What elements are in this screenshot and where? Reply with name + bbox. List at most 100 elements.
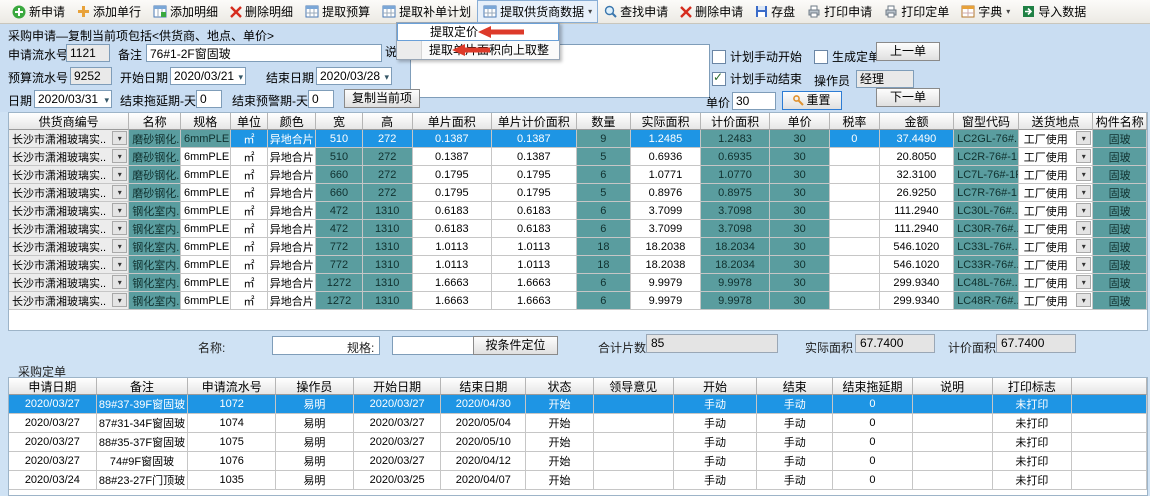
next-order-button[interactable]: 下一单 xyxy=(876,88,940,107)
remark-input[interactable] xyxy=(146,44,382,62)
detail-cell[interactable]: 钢化室内.. xyxy=(129,292,181,310)
order-cell[interactable]: 2020/03/27 xyxy=(354,433,442,452)
detail-column-header[interactable]: 构件名称 xyxy=(1093,113,1147,130)
toolbar-button-14[interactable]: 导入数据 xyxy=(1016,0,1092,23)
start-date-picker[interactable]: 2020/03/21 xyxy=(170,67,246,85)
detail-cell[interactable] xyxy=(830,166,880,184)
order-cell[interactable]: 手动 xyxy=(674,452,758,471)
detail-cell[interactable]: 37.4490 xyxy=(880,130,955,148)
detail-cell[interactable]: 钢化室内.. xyxy=(129,274,181,292)
detail-column-header[interactable]: 金额 xyxy=(880,113,955,130)
detail-cell[interactable]: 长沙市潇湘玻璃实..▾ xyxy=(9,220,129,238)
detail-cell[interactable]: 30 xyxy=(770,274,830,292)
order-row[interactable]: 2020/03/2488#23-27F门顶玻1035易明2020/03/2520… xyxy=(9,471,1147,490)
chevron-down-icon[interactable]: ▾ xyxy=(112,149,127,163)
order-cell[interactable]: 1074 xyxy=(188,414,276,433)
detail-cell[interactable]: 1.0113 xyxy=(413,256,493,274)
detail-row[interactable]: 长沙市潇湘玻璃实..▾钢化室内..6mmPLE...㎡异地合片127213101… xyxy=(9,292,1147,310)
detail-cell[interactable] xyxy=(830,238,880,256)
order-cell[interactable]: 0 xyxy=(833,414,913,433)
detail-cell[interactable]: LC33L-76#.. xyxy=(954,238,1019,256)
detail-cell[interactable]: LC30L-76#.. xyxy=(954,202,1019,220)
detail-cell[interactable]: 30 xyxy=(770,202,830,220)
detail-cell[interactable]: 1.6663 xyxy=(413,274,493,292)
toolbar-button-9[interactable]: 删除申请 xyxy=(674,0,749,23)
detail-cell[interactable]: 6 xyxy=(577,274,632,292)
detail-cell[interactable]: 6 xyxy=(577,220,632,238)
detail-cell[interactable]: 1.0113 xyxy=(413,238,493,256)
detail-row[interactable]: 长沙市潇湘玻璃实..▾钢化室内..6mmPLE...㎡异地合片127213101… xyxy=(9,274,1147,292)
detail-cell[interactable]: LC30R-76#.. xyxy=(954,220,1019,238)
detail-column-header[interactable]: 税率 xyxy=(830,113,880,130)
detail-cell[interactable]: 6mmPLE... xyxy=(181,202,231,220)
detail-cell[interactable]: 30 xyxy=(770,184,830,202)
detail-cell[interactable]: 钢化室内.. xyxy=(129,256,181,274)
detail-cell[interactable]: 1272 xyxy=(316,274,363,292)
orders-column-header[interactable]: 打印标志 xyxy=(993,378,1073,395)
detail-cell[interactable]: 1.0770 xyxy=(701,166,771,184)
detail-cell[interactable]: 工厂使用▾ xyxy=(1019,130,1094,148)
orders-column-header[interactable]: 申请日期 xyxy=(9,378,97,395)
detail-cell[interactable]: 钢化室内.. xyxy=(129,220,181,238)
detail-cell[interactable]: 长沙市潇湘玻璃实..▾ xyxy=(9,130,129,148)
detail-cell[interactable]: 0.6935 xyxy=(701,148,771,166)
checkbox-generate-order[interactable]: 生成定单 xyxy=(814,48,880,65)
detail-cell[interactable]: 长沙市潇湘玻璃实..▾ xyxy=(9,166,129,184)
detail-cell[interactable]: 异地合片 xyxy=(268,130,316,148)
detail-cell[interactable]: 1.6663 xyxy=(413,292,493,310)
detail-cell[interactable]: 长沙市潇湘玻璃实..▾ xyxy=(9,292,129,310)
detail-cell[interactable]: 1310 xyxy=(363,256,413,274)
order-cell[interactable]: 74#9F窗固玻 xyxy=(97,452,189,471)
order-row[interactable]: 2020/03/2788#35-37F窗固玻1075易明2020/03/2720… xyxy=(9,433,1147,452)
detail-cell[interactable]: LC2GL-76#.. xyxy=(954,130,1019,148)
order-cell[interactable] xyxy=(913,414,993,433)
chevron-down-icon[interactable]: ▾ xyxy=(112,293,127,307)
detail-cell[interactable]: 1310 xyxy=(363,274,413,292)
delay-input[interactable]: 0 xyxy=(196,90,222,108)
order-cell[interactable]: 手动 xyxy=(674,433,758,452)
toolbar-button-7[interactable]: 提取供货商数据▾ xyxy=(477,0,598,23)
detail-column-header[interactable]: 数量 xyxy=(577,113,632,130)
detail-row[interactable]: 长沙市潇湘玻璃实..▾钢化室内..6mmPLE...㎡异地合片47213100.… xyxy=(9,220,1147,238)
detail-cell[interactable]: 异地合片 xyxy=(268,148,316,166)
detail-cell[interactable] xyxy=(830,202,880,220)
detail-cell[interactable]: 510 xyxy=(316,148,363,166)
detail-cell[interactable]: 固玻 xyxy=(1093,238,1147,256)
orders-column-header[interactable] xyxy=(1072,378,1147,395)
detail-row[interactable]: 长沙市潇湘玻璃实..▾磨砂钢化..6mmPLE...㎡异地合片6602720.1… xyxy=(9,184,1147,202)
date-picker[interactable]: 2020/03/31 xyxy=(34,90,112,108)
detail-cell[interactable]: 5 xyxy=(577,148,632,166)
detail-cell[interactable]: ㎡ xyxy=(231,184,269,202)
detail-cell[interactable] xyxy=(830,220,880,238)
detail-cell[interactable]: 固玻 xyxy=(1093,184,1147,202)
detail-cell[interactable]: 3.7098 xyxy=(701,202,771,220)
detail-cell[interactable]: 30 xyxy=(770,238,830,256)
detail-column-header[interactable]: 供货商编号 xyxy=(9,113,129,130)
detail-cell[interactable]: LC2R-76#-1F xyxy=(954,148,1019,166)
detail-cell[interactable]: 18 xyxy=(577,238,632,256)
order-cell[interactable]: 2020/03/27 xyxy=(354,452,442,471)
detail-cell[interactable]: LC48R-76#.. xyxy=(954,292,1019,310)
order-cell[interactable] xyxy=(1072,395,1147,414)
order-cell[interactable]: 手动 xyxy=(674,471,758,490)
order-cell[interactable]: 手动 xyxy=(757,433,833,452)
detail-cell[interactable]: 固玻 xyxy=(1093,148,1147,166)
detail-cell[interactable]: ㎡ xyxy=(231,148,269,166)
order-cell[interactable]: 开始 xyxy=(526,433,594,452)
detail-column-header[interactable]: 计价面积 xyxy=(701,113,771,130)
chevron-down-icon[interactable]: ▾ xyxy=(1076,167,1091,181)
toolbar-button-5[interactable]: 提取预算 xyxy=(299,0,376,23)
order-cell[interactable]: 易明 xyxy=(276,452,354,471)
order-cell[interactable]: 2020/05/10 xyxy=(441,433,526,452)
order-cell[interactable] xyxy=(1072,452,1147,471)
detail-cell[interactable]: 299.9340 xyxy=(880,274,955,292)
orders-column-header[interactable]: 说明 xyxy=(913,378,993,395)
detail-cell[interactable] xyxy=(830,184,880,202)
detail-cell[interactable]: 6mmPLE... xyxy=(181,274,231,292)
detail-cell[interactable]: 6mmPLE... xyxy=(181,166,231,184)
order-cell[interactable]: 手动 xyxy=(674,395,758,414)
detail-cell[interactable]: 30 xyxy=(770,292,830,310)
order-cell[interactable]: 易明 xyxy=(276,414,354,433)
detail-row[interactable]: 长沙市潇湘玻璃实..▾钢化室内..6mmPLE...㎡异地合片77213101.… xyxy=(9,238,1147,256)
order-cell[interactable] xyxy=(913,395,993,414)
